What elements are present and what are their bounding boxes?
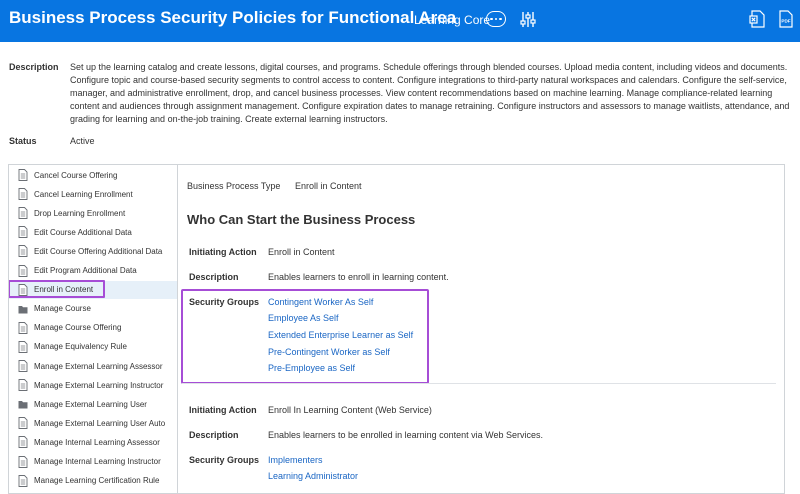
list-item[interactable]: Manage External Learning Assessor: [9, 357, 177, 375]
entry-divider: [182, 383, 776, 384]
list-item[interactable]: Drop Learning Enrollment: [9, 204, 177, 222]
document-icon: [18, 188, 28, 201]
description-text: Set up the learning catalog and create l…: [70, 62, 790, 124]
security-groups-label: Security Groups: [189, 455, 260, 465]
list-item-label: Manage Internal Learning Instructor: [34, 457, 161, 466]
list-item-label: Manage Equivalency Rule: [34, 342, 127, 352]
export-excel-icon[interactable]: [749, 10, 765, 28]
security-group-link[interactable]: Implementers: [268, 455, 323, 465]
bp-type-label: Business Process Type: [187, 181, 281, 191]
selected-item-highlight: [9, 280, 105, 298]
description-label: Description: [189, 272, 239, 282]
description-value: Enables learners to enroll in learning c…: [268, 272, 449, 282]
status-value: Active: [70, 136, 95, 146]
folder-icon: [18, 398, 28, 410]
initiating-action-value: Enroll In Learning Content (Web Service): [268, 405, 432, 415]
list-item-label: Manage Course Offering: [34, 323, 122, 333]
sliders-icon[interactable]: [520, 11, 536, 28]
list-item-label: Manage External Learning User Auto: [34, 418, 166, 428]
bp-type-value: Enroll in Content: [295, 181, 362, 191]
list-item-label: Edit Course Additional Data: [34, 227, 132, 237]
list-item[interactable]: Edit Course Additional Data: [9, 223, 177, 241]
initiating-action-label: Initiating Action: [189, 405, 257, 415]
list-item[interactable]: Cancel Learning Enrollment: [9, 185, 177, 203]
list-item[interactable]: Manage Course: [9, 300, 177, 318]
document-icon: [18, 379, 28, 392]
document-icon: [18, 169, 28, 181]
list-item-label: Cancel Learning Enrollment: [34, 189, 133, 199]
list-item[interactable]: Cancel Course Offering: [9, 166, 177, 184]
list-item-label: Cancel Course Offering: [34, 170, 118, 180]
svg-text:PDF: PDF: [781, 19, 790, 24]
list-item[interactable]: Manage External Learning Instructor: [9, 376, 177, 394]
functional-area-name: Learning Core: [414, 13, 491, 27]
description-label: Description: [189, 430, 239, 440]
initiating-action-value: Enroll in Content: [268, 247, 335, 257]
description-label: Description: [9, 62, 59, 72]
document-icon: [18, 226, 28, 239]
document-icon: [18, 360, 28, 372]
list-item-label: Edit Course Offering Additional Data: [34, 246, 163, 256]
list-item-label: Edit Program Additional Data: [34, 266, 137, 275]
document-icon: [18, 436, 28, 449]
list-item[interactable]: Manage External Learning User Auto: [9, 414, 177, 432]
security-group-link[interactable]: Learning Administrator: [268, 471, 358, 481]
list-item-label: Manage Internal Learning Assessor: [34, 437, 160, 447]
document-icon: [18, 245, 28, 258]
list-item[interactable]: Manage Course Offering: [9, 319, 177, 337]
page-title: Business Process Security Policies for F…: [9, 8, 457, 27]
document-icon: [18, 321, 28, 334]
section-title: Who Can Start the Business Process: [187, 212, 416, 227]
more-icon[interactable]: [486, 11, 506, 27]
initiating-action-label: Initiating Action: [189, 247, 257, 257]
list-item-label: Manage Course: [34, 304, 91, 314]
list-item-label: Manage External Learning Assessor: [34, 361, 163, 371]
list-item-label: Drop Learning Enrollment: [34, 208, 126, 218]
document-icon: [18, 474, 28, 487]
business-process-detail: Business Process Type Enroll in Content …: [177, 164, 785, 494]
list-item[interactable]: Edit Course Offering Additional Data: [9, 242, 177, 260]
status-label: Status: [9, 136, 37, 146]
folder-icon: [18, 303, 28, 315]
list-item[interactable]: Manage External Learning User: [9, 395, 177, 413]
business-process-list: Cancel Course Offering Cancel Learning En…: [8, 164, 177, 494]
list-item[interactable]: Edit Program Additional Data: [9, 262, 177, 280]
document-icon: [18, 264, 28, 277]
security-groups-highlight: [181, 289, 429, 384]
list-item[interactable]: Manage Equivalency Rule: [9, 338, 177, 356]
list-item-label: Manage Learning Certification Rule: [34, 476, 160, 486]
document-icon: [18, 417, 28, 430]
export-pdf-icon[interactable]: PDF: [778, 10, 794, 28]
description-value: Enables learners to be enrolled in learn…: [268, 430, 543, 440]
list-item[interactable]: Manage Learning Certification Rule: [9, 472, 177, 490]
list-item[interactable]: Manage Internal Learning Instructor: [9, 453, 177, 471]
list-item[interactable]: Manage Internal Learning Assessor: [9, 433, 177, 451]
document-icon: [18, 207, 28, 220]
list-item-label: Manage External Learning Instructor: [34, 380, 164, 390]
document-icon: [18, 455, 28, 468]
list-item-label: Manage External Learning User: [34, 399, 147, 409]
document-icon: [18, 340, 28, 353]
page-header: Business Process Security Policies for F…: [0, 0, 800, 42]
